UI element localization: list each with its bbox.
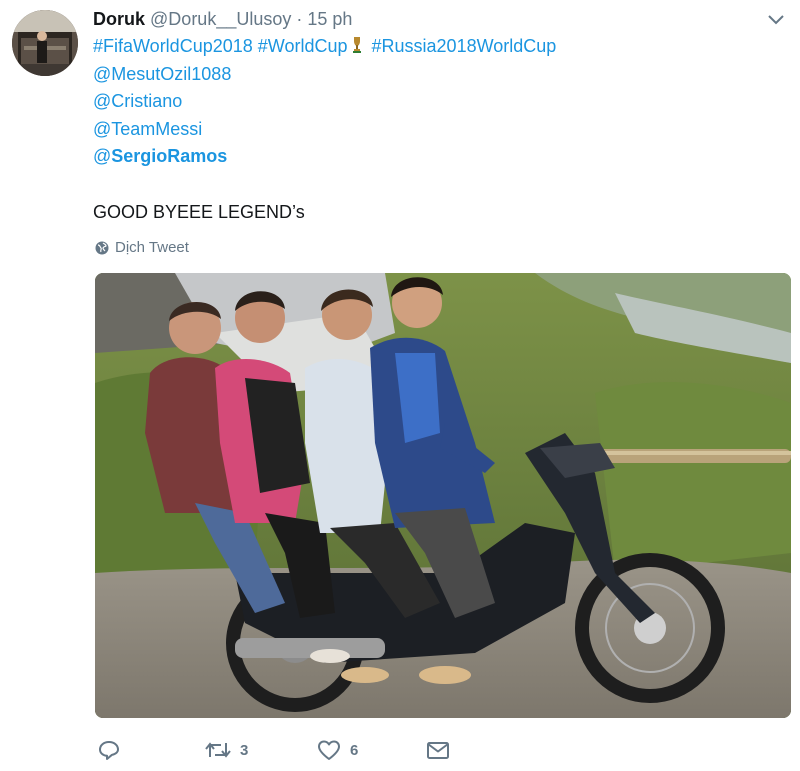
hashtag-worldcup[interactable]: #WorldCup: [258, 36, 348, 56]
translate-label: Dịch Tweet: [115, 239, 189, 256]
tweet-photo[interactable]: [95, 273, 791, 718]
mention-line: @Cristiano: [93, 89, 556, 117]
translate-tweet-link[interactable]: Dịch Tweet: [95, 237, 189, 259]
mention-line: @TeamMessi: [93, 117, 556, 145]
user-handle[interactable]: @Doruk__Ulusoy: [150, 9, 291, 29]
reply-icon: [99, 741, 119, 760]
four-men-on-motorbike-photo: [95, 273, 791, 718]
globe-icon: [95, 241, 109, 255]
tweet-text-links: #FifaWorldCup2018 #WorldCup #Russia2018W…: [93, 34, 556, 172]
envelope-icon: [427, 742, 449, 759]
mention-teammessi[interactable]: @TeamMessi: [93, 119, 202, 139]
retweet-icon: [205, 742, 231, 758]
tweet-body-text: GOOD BYEEE LEGEND’s: [93, 202, 305, 222]
timestamp[interactable]: 15 ph: [307, 9, 352, 29]
direct-message-button[interactable]: [426, 735, 450, 765]
mention-mesutozil[interactable]: @MesutOzil1088: [93, 64, 231, 84]
avatar[interactable]: [12, 10, 78, 76]
mention-cristiano[interactable]: @Cristiano: [93, 91, 182, 111]
mention-line: @SergioRamos: [93, 144, 556, 172]
mention-sergioramos[interactable]: @SergioRamos: [93, 146, 227, 166]
retweet-count: 3: [240, 741, 249, 759]
world-cup-trophy-icon: [351, 36, 363, 60]
separator-dot: ·: [296, 9, 303, 29]
reply-button[interactable]: [98, 735, 120, 765]
tweet-header: Doruk @Doruk__Ulusoy · 15 ph: [93, 7, 352, 31]
like-button[interactable]: 6: [317, 735, 358, 765]
retweet-button[interactable]: 3: [205, 735, 248, 765]
chevron-down-icon[interactable]: [766, 12, 786, 28]
hashtag-line: #FifaWorldCup2018 #WorldCup #Russia2018W…: [93, 34, 556, 62]
like-count: 6: [350, 741, 359, 759]
mention-at-symbol: @: [93, 146, 112, 166]
heart-icon: [318, 740, 340, 760]
hashtag-russia2018worldcup[interactable]: #Russia2018WorldCup: [372, 36, 557, 56]
mention-bold-name: SergioRamos: [111, 146, 228, 166]
hashtag-fifaworldcup2018[interactable]: #FifaWorldCup2018: [93, 36, 253, 56]
mention-line: @MesutOzil1088: [93, 62, 556, 90]
tweet-actions: 3 6: [95, 735, 495, 765]
display-name[interactable]: Doruk: [93, 9, 145, 29]
